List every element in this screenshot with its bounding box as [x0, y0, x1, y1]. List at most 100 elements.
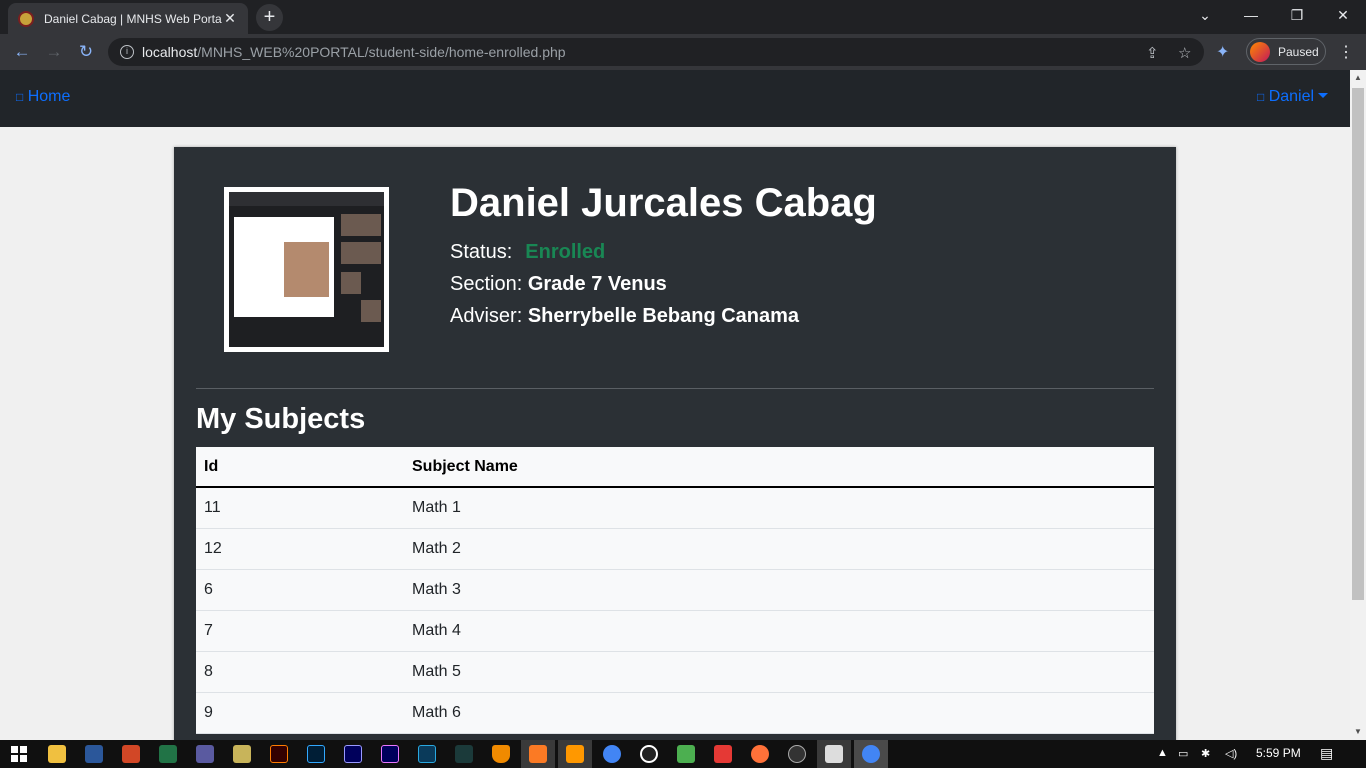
- cell-subject-name: Math 3: [404, 569, 1154, 611]
- profile-button[interactable]: Paused: [1246, 38, 1326, 65]
- tab-close-icon[interactable]: ✕: [222, 10, 238, 27]
- chrome-icon[interactable]: [862, 745, 880, 763]
- reload-icon[interactable]: ↻: [74, 40, 98, 64]
- photo-image-thumb: [361, 214, 381, 236]
- browser-tab[interactable]: Daniel Cabag | MNHS Web Portal ✕: [8, 3, 248, 34]
- tab-search-icon[interactable]: ⌄: [1182, 0, 1228, 30]
- url-host: localhost: [142, 44, 198, 60]
- nav-home-link[interactable]: □ Home: [16, 88, 70, 106]
- page-scrollbar[interactable]: ▲ ▼: [1350, 70, 1366, 740]
- excel-icon[interactable]: [159, 745, 177, 763]
- windows-taskbar: ▲ ▭ ✱ ◁) 5:59 PM ▤: [0, 740, 1366, 768]
- photoshop-icon[interactable]: [307, 745, 325, 763]
- photo-image-thumb: [341, 214, 361, 236]
- photo-image: [229, 192, 384, 347]
- table-row: 11 Math 1: [196, 487, 1154, 529]
- cell-id: 7: [196, 610, 404, 652]
- illustrator-icon[interactable]: [270, 745, 288, 763]
- cell-id: 11: [196, 487, 404, 529]
- restore-button[interactable]: ❐: [1274, 0, 1320, 30]
- obs-icon[interactable]: [788, 745, 806, 763]
- nav-home-label: Home: [27, 88, 71, 105]
- cell-id: 9: [196, 692, 404, 734]
- back-arrow-icon[interactable]: ←: [10, 40, 34, 64]
- address-bar[interactable]: i localhost/MNHS_WEB%20PORTAL/student-si…: [108, 38, 1204, 66]
- app-icon[interactable]: [825, 745, 843, 763]
- notifications-icon[interactable]: ▤: [1320, 745, 1333, 762]
- status-line: Status: Enrolled: [450, 241, 605, 264]
- xampp-icon[interactable]: [529, 745, 547, 763]
- table-row: 8 Math 5: [196, 651, 1154, 693]
- app-icon[interactable]: [455, 745, 473, 763]
- tray-expand-icon[interactable]: ▲: [1157, 747, 1168, 759]
- url-path: /MNHS_WEB%20PORTAL/student-side/home-enr…: [197, 44, 566, 60]
- forward-arrow-icon[interactable]: →: [42, 40, 66, 64]
- photo-image-figure: [284, 242, 329, 297]
- taskbar-clock[interactable]: 5:59 PM: [1256, 746, 1301, 760]
- app-icon[interactable]: [418, 745, 436, 763]
- word-icon[interactable]: [85, 745, 103, 763]
- new-tab-button[interactable]: +: [256, 4, 283, 31]
- cell-subject-name: Math 4: [404, 610, 1154, 652]
- firefox-icon[interactable]: [751, 745, 769, 763]
- section-label: Section:: [450, 273, 523, 295]
- start-windows-icon[interactable]: [11, 746, 27, 762]
- user-dropdown[interactable]: □ Daniel: [1257, 88, 1329, 106]
- divider: [196, 388, 1154, 389]
- column-header-id: Id: [196, 447, 404, 488]
- powerpoint-icon[interactable]: [122, 745, 140, 763]
- cell-id: 12: [196, 528, 404, 570]
- section-line: Section: Grade 7 Venus: [450, 273, 667, 296]
- user-dropdown-label: Daniel: [1268, 88, 1315, 105]
- subjects-heading: My Subjects: [196, 403, 366, 435]
- home-icon: □: [16, 90, 24, 104]
- scroll-up-icon[interactable]: ▲: [1350, 70, 1366, 86]
- table-row: 7 Math 4: [196, 610, 1154, 652]
- app-icon[interactable]: [196, 745, 214, 763]
- profile-status: Paused: [1278, 44, 1319, 59]
- cell-id: 6: [196, 569, 404, 611]
- after-effects-icon[interactable]: [344, 745, 362, 763]
- premiere-icon[interactable]: [381, 745, 399, 763]
- section-value: Grade 7 Venus: [527, 273, 667, 295]
- extensions-puzzle-icon[interactable]: ✦: [1216, 42, 1229, 62]
- app-icon[interactable]: [233, 745, 251, 763]
- bookmark-star-icon[interactable]: ☆: [1178, 44, 1191, 62]
- cell-subject-name: Math 1: [404, 487, 1154, 529]
- wifi-icon[interactable]: ✱: [1201, 747, 1210, 760]
- sublime-icon[interactable]: [566, 745, 584, 763]
- photo-image-thumb: [341, 242, 361, 264]
- browser-menu-icon[interactable]: ⋮: [1338, 42, 1354, 62]
- tab-title: Daniel Cabag | MNHS Web Portal: [44, 11, 222, 26]
- status-badge: Enrolled: [525, 241, 606, 263]
- cell-subject-name: Math 5: [404, 651, 1154, 693]
- student-photo: [224, 187, 389, 352]
- caret-down-icon: [1318, 93, 1329, 98]
- table-row: 12 Math 2: [196, 528, 1154, 570]
- scroll-thumb[interactable]: [1352, 88, 1364, 600]
- app-icon[interactable]: [677, 745, 695, 763]
- photo-image-thumb: [361, 300, 381, 322]
- close-window-button[interactable]: ✕: [1320, 0, 1366, 30]
- record-icon[interactable]: [640, 745, 658, 763]
- student-profile-card: Daniel Jurcales Cabag Status: Enrolled Se…: [174, 147, 1176, 740]
- photo-image-thumb: [341, 272, 361, 294]
- browser-tab-strip: Daniel Cabag | MNHS Web Portal ✕ + ⌄ — ❐…: [0, 0, 1366, 34]
- scroll-down-icon[interactable]: ▼: [1350, 724, 1366, 740]
- site-favicon-icon: [18, 10, 34, 27]
- cell-subject-name: Math 2: [404, 528, 1154, 570]
- battery-icon[interactable]: ▭: [1178, 747, 1188, 760]
- share-icon[interactable]: ⇪: [1146, 44, 1159, 62]
- volume-icon[interactable]: ◁): [1225, 747, 1237, 760]
- site-navbar: □ Home □ Daniel: [0, 70, 1350, 127]
- cell-subject-name: Math 6: [404, 692, 1154, 734]
- avatar: [1250, 41, 1270, 62]
- minimize-button[interactable]: —: [1228, 0, 1274, 30]
- site-info-icon[interactable]: i: [120, 45, 134, 59]
- chrome-icon[interactable]: [603, 745, 621, 763]
- anydesk-icon[interactable]: [714, 745, 732, 763]
- file-explorer-icon[interactable]: [48, 745, 66, 763]
- status-label: Status:: [450, 241, 513, 263]
- column-header-subject-name: Subject Name: [404, 447, 1154, 488]
- vlc-icon[interactable]: [492, 745, 510, 763]
